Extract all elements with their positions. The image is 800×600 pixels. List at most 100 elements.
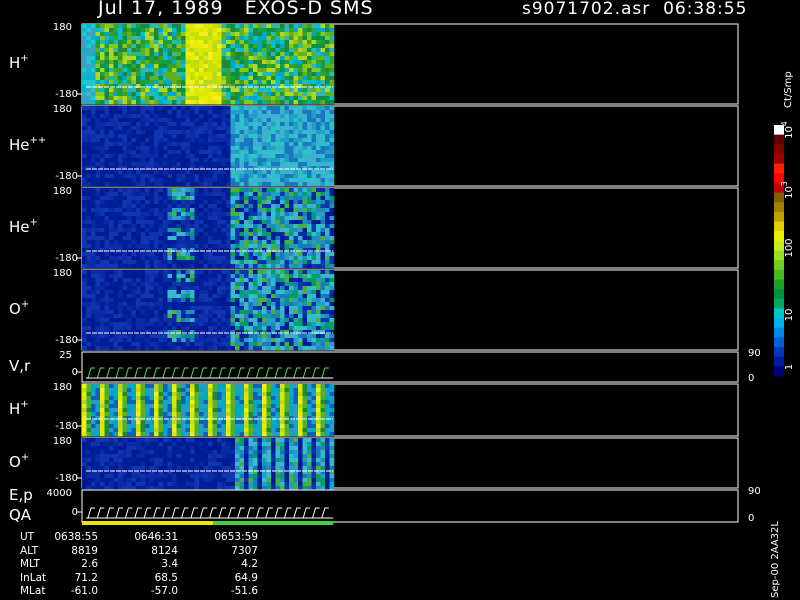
heatmap-cell <box>244 138 249 143</box>
heatmap-cell <box>244 158 249 163</box>
heatmap-cell <box>140 392 146 397</box>
heatmap-cell <box>122 138 128 143</box>
heatmap-cell <box>199 294 204 299</box>
heatmap-cell <box>262 236 267 241</box>
heatmap-cell <box>320 220 326 225</box>
heatmap-cell <box>298 252 303 257</box>
heatmap-cell <box>235 138 240 143</box>
heatmap-cell <box>284 274 290 279</box>
heatmap-cell <box>262 84 267 89</box>
heatmap-cell <box>239 318 245 323</box>
heatmap-cell <box>266 310 272 315</box>
heatmap-cell <box>230 40 236 45</box>
heatmap-cell <box>154 392 159 397</box>
heatmap-cell <box>163 326 168 331</box>
heatmap-cell <box>226 252 231 257</box>
heatmap-cell <box>316 188 321 193</box>
heatmap-cell <box>208 166 213 171</box>
heatmap-cell <box>131 52 137 57</box>
heatmap-cell <box>82 252 87 257</box>
heatmap-cell <box>307 24 312 29</box>
heatmap-cell <box>122 24 128 29</box>
heatmap-cell <box>212 150 218 155</box>
heatmap-cell <box>271 334 276 339</box>
heatmap-cell <box>109 162 114 167</box>
heatmap-cell <box>226 118 231 123</box>
heatmap-cell <box>127 60 132 65</box>
heatmap-cell <box>154 146 159 151</box>
heatmap-cell <box>329 236 335 241</box>
heatmap-cell <box>172 420 177 425</box>
heatmap-cell <box>136 282 141 287</box>
heatmap-cell <box>221 52 227 57</box>
heatmap-cell <box>239 40 245 45</box>
heatmap-cell <box>271 346 276 351</box>
heatmap-cell <box>203 150 209 155</box>
heatmap-cell <box>203 64 209 69</box>
heatmap-cell <box>185 384 191 389</box>
heatmap-cell <box>248 60 254 65</box>
heatmap-cell <box>257 32 263 37</box>
heatmap-cell <box>239 110 245 115</box>
heatmap-cell <box>167 342 173 347</box>
heatmap-cell <box>302 338 308 343</box>
heatmap-cell <box>109 412 114 417</box>
heatmap-cell <box>266 32 272 37</box>
heatmap-cell <box>136 274 141 279</box>
heatmap-cell <box>217 330 222 335</box>
heatmap-cell <box>181 84 186 89</box>
heatmap-cell <box>154 240 159 245</box>
heatmap-cell <box>167 256 173 261</box>
heatmap-cell <box>82 290 87 295</box>
heatmap-cell <box>145 322 150 327</box>
heatmap-cell <box>320 208 326 213</box>
heatmap-cell <box>329 182 335 187</box>
heatmap-cell <box>293 32 299 37</box>
heatmap-cell <box>203 346 209 351</box>
heatmap-cell <box>311 114 317 119</box>
heatmap-cell <box>203 182 209 187</box>
heatmap-cell <box>91 318 96 323</box>
heatmap-cell <box>203 178 209 183</box>
heatmap-cell <box>248 334 254 339</box>
heatmap-cell <box>244 192 249 197</box>
heatmap-cell <box>271 56 276 61</box>
heatmap-cell <box>172 404 177 409</box>
heatmap-cell <box>226 396 231 401</box>
heatmap-cell <box>185 424 191 429</box>
heatmap-cell <box>280 264 285 269</box>
heatmap-cell <box>257 146 263 151</box>
heatmap-cell <box>244 200 249 205</box>
heatmap-cell <box>163 392 168 397</box>
heatmap-cell <box>136 286 141 291</box>
heatmap-cell <box>127 32 132 37</box>
heatmap-cell <box>226 424 231 429</box>
heatmap-cell <box>91 106 96 111</box>
heatmap-cell <box>167 264 173 269</box>
heatmap-cell <box>284 166 290 171</box>
heatmap-cell <box>221 338 227 343</box>
heatmap-cell <box>235 256 240 261</box>
heatmap-cell <box>136 216 141 221</box>
heatmap-cell <box>280 40 285 45</box>
heatmap-cell <box>217 122 222 127</box>
heatmap-cell <box>113 28 119 33</box>
heatmap-cell <box>149 412 155 417</box>
heatmap-cell <box>118 88 123 93</box>
heatmap-cell <box>275 244 281 249</box>
heatmap-cell <box>176 408 182 413</box>
heatmap-cell <box>208 100 213 105</box>
heatmap-cell <box>145 260 150 265</box>
heatmap-cell <box>118 162 123 167</box>
heatmap-cell <box>275 270 281 275</box>
heatmap-cell <box>163 346 168 351</box>
heatmap-cell <box>329 240 335 245</box>
heatmap-cell <box>95 162 101 167</box>
heatmap-cell <box>122 196 128 201</box>
heatmap-cell <box>226 306 231 311</box>
heatmap-cell <box>208 236 213 241</box>
heatmap-cell <box>145 326 150 331</box>
heatmap-cell <box>172 286 177 291</box>
heatmap-cell <box>140 76 146 81</box>
heatmap-cell <box>212 256 218 261</box>
